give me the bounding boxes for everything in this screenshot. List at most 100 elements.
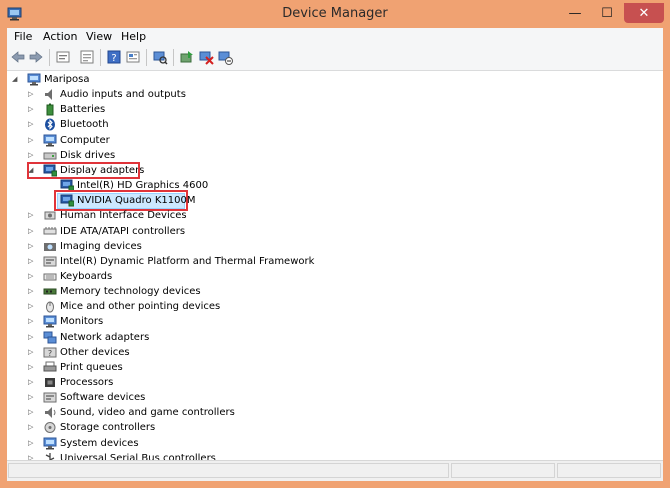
tree-category-processors[interactable]: Processors bbox=[43, 375, 113, 390]
up-icon[interactable] bbox=[55, 49, 71, 65]
tree-category-print-queues[interactable]: Print queues bbox=[43, 360, 123, 375]
keyboard-icon bbox=[43, 270, 57, 283]
tree-category-other-devices[interactable]: ? Other devices bbox=[43, 345, 130, 360]
tree-device-nvidia-quadro-k1100m[interactable]: NVIDIA Quadro K1100M bbox=[60, 193, 195, 208]
tree-category-memory-technology-devices-expander[interactable]: ▷ bbox=[28, 284, 33, 299]
menu-view[interactable]: View bbox=[86, 30, 112, 43]
tree-category-human-interface-devices-expander[interactable]: ▷ bbox=[28, 208, 33, 223]
tree-category-bluetooth-expander[interactable]: ▷ bbox=[28, 117, 33, 132]
tree-category-universal-serial-bus-controllers[interactable]: Universal Serial Bus controllers bbox=[43, 451, 216, 460]
status-bar bbox=[7, 460, 663, 481]
tree-category-imaging-devices-expander[interactable]: ▷ bbox=[28, 239, 33, 254]
bluetooth-icon bbox=[43, 118, 57, 131]
tree-category-imaging-devices[interactable]: Imaging devices bbox=[43, 239, 142, 254]
monitor-icon bbox=[43, 315, 57, 328]
tree-category-batteries[interactable]: Batteries bbox=[43, 102, 105, 117]
device-manager-window: Device Manager — ☐ ✕ File Action View He… bbox=[0, 0, 670, 488]
tree-category-other-devices-expander[interactable]: ▷ bbox=[28, 345, 33, 360]
device-tree[interactable]: ◢ Mariposa ▷ Audio inputs and outputs ▷ Batte… bbox=[7, 71, 663, 460]
tree-category-memory-technology-devices[interactable]: Memory technology devices bbox=[43, 284, 201, 299]
tree-category-audio-inputs-and-outputs[interactable]: Audio inputs and outputs bbox=[43, 87, 186, 102]
system-devices-icon bbox=[43, 437, 57, 450]
tree-category-keyboards-expander[interactable]: ▷ bbox=[28, 269, 33, 284]
tree-category-sound-video-and-game-controllers-label: Sound, video and game controllers bbox=[60, 407, 235, 419]
forward-icon[interactable] bbox=[28, 49, 44, 65]
tree-category-network-adapters[interactable]: Network adapters bbox=[43, 330, 149, 345]
show-hidden-icon[interactable] bbox=[125, 49, 141, 65]
title-bar[interactable]: Device Manager — ☐ ✕ bbox=[0, 0, 670, 28]
tree-category-storage-controllers-label: Storage controllers bbox=[60, 422, 156, 434]
close-button[interactable]: ✕ bbox=[624, 3, 664, 23]
back-icon[interactable] bbox=[10, 49, 26, 65]
status-pane-main bbox=[8, 463, 449, 478]
tree-category-ide-ata-atapi-controllers[interactable]: IDE ATA/ATAPI controllers bbox=[43, 224, 185, 239]
tree-category-imaging-devices-label: Imaging devices bbox=[60, 240, 142, 252]
toolbar-separator bbox=[146, 49, 147, 66]
tree-category-computer-expander[interactable]: ▷ bbox=[28, 133, 33, 148]
menu-action[interactable]: Action bbox=[43, 30, 77, 43]
uninstall-device-icon[interactable] bbox=[217, 49, 233, 65]
tree-category-software-devices-expander[interactable]: ▷ bbox=[28, 390, 33, 405]
tree-category-intel-r-dynamic-platform-and-thermal-framework[interactable]: Intel(R) Dynamic Platform and Thermal Fr… bbox=[43, 254, 314, 269]
toolbar-separator bbox=[173, 49, 174, 66]
tree-category-keyboards[interactable]: Keyboards bbox=[43, 269, 112, 284]
other-devices-icon: ? bbox=[43, 346, 57, 359]
tree-category-human-interface-devices[interactable]: Human Interface Devices bbox=[43, 208, 187, 223]
tree-device-nvidia-quadro-k1100m-label: NVIDIA Quadro K1100M bbox=[77, 195, 196, 207]
svg-text:?: ? bbox=[48, 349, 52, 358]
tree-category-other-devices-label: Other devices bbox=[60, 346, 130, 358]
tree-category-audio-inputs-and-outputs-expander[interactable]: ▷ bbox=[28, 87, 33, 102]
tree-category-system-devices-expander[interactable]: ▷ bbox=[28, 436, 33, 451]
tree-category-disk-drives-label: Disk drives bbox=[60, 149, 116, 161]
disk-drive-icon bbox=[43, 149, 57, 162]
minimize-button[interactable]: — bbox=[560, 3, 590, 23]
tree-category-monitors-expander[interactable]: ▷ bbox=[28, 314, 33, 329]
tree-category-universal-serial-bus-controllers-expander[interactable]: ▷ bbox=[28, 451, 33, 460]
tree-category-ide-ata-atapi-controllers-expander[interactable]: ▷ bbox=[28, 224, 33, 239]
update-driver-icon[interactable] bbox=[179, 49, 195, 65]
tree-category-sound-video-and-game-controllers-expander[interactable]: ▷ bbox=[28, 405, 33, 420]
menu-help[interactable]: Help bbox=[121, 30, 146, 43]
tree-category-storage-controllers-expander[interactable]: ▷ bbox=[28, 420, 33, 435]
tree-category-disk-drives[interactable]: Disk drives bbox=[43, 148, 115, 163]
tree-category-disk-drives-expander[interactable]: ▷ bbox=[28, 148, 33, 163]
tree-category-network-adapters-label: Network adapters bbox=[60, 331, 150, 343]
tree-category-print-queues-expander[interactable]: ▷ bbox=[28, 360, 33, 375]
tree-category-sound-video-and-game-controllers[interactable]: Sound, video and game controllers bbox=[43, 405, 235, 420]
sound-icon bbox=[43, 406, 57, 419]
tree-category-keyboards-label: Keyboards bbox=[60, 270, 113, 282]
properties-icon[interactable] bbox=[79, 49, 95, 65]
tree-category-memory-technology-devices-label: Memory technology devices bbox=[60, 286, 201, 298]
tree-category-batteries-expander[interactable]: ▷ bbox=[28, 102, 33, 117]
tree-category-processors-expander[interactable]: ▷ bbox=[28, 375, 33, 390]
tree-category-computer-label: Computer bbox=[60, 134, 110, 146]
tree-root-mariposa[interactable]: Mariposa bbox=[27, 72, 89, 87]
tree-category-software-devices[interactable]: Software devices bbox=[43, 390, 145, 405]
maximize-button[interactable]: ☐ bbox=[592, 3, 622, 23]
scan-hardware-icon[interactable] bbox=[152, 49, 168, 65]
tree-category-processors-label: Processors bbox=[60, 377, 114, 388]
tree-root-mariposa-label: Mariposa bbox=[44, 74, 90, 85]
tree-category-mice-and-other-pointing-devices-expander[interactable]: ▷ bbox=[28, 299, 33, 314]
help-icon[interactable]: ? bbox=[106, 49, 122, 65]
hid-icon bbox=[43, 209, 57, 222]
status-pane-2 bbox=[451, 463, 555, 478]
tree-category-network-adapters-expander[interactable]: ▷ bbox=[28, 330, 33, 345]
tree-category-human-interface-devices-label: Human Interface Devices bbox=[60, 210, 187, 222]
menu-file[interactable]: File bbox=[14, 30, 32, 43]
thermal-framework-icon bbox=[43, 255, 57, 268]
tree-category-bluetooth[interactable]: Bluetooth bbox=[43, 117, 109, 132]
tree-category-print-queues-label: Print queues bbox=[60, 361, 123, 373]
tree-category-intel-r-dynamic-platform-and-thermal-framework-expander[interactable]: ▷ bbox=[28, 254, 33, 269]
tree-category-mice-and-other-pointing-devices[interactable]: Mice and other pointing devices bbox=[43, 299, 220, 314]
battery-icon bbox=[43, 103, 57, 116]
tree-category-storage-controllers[interactable]: Storage controllers bbox=[43, 420, 155, 435]
tree-category-monitors[interactable]: Monitors bbox=[43, 314, 103, 329]
tree-category-monitors-label: Monitors bbox=[60, 316, 104, 328]
disable-device-icon[interactable] bbox=[198, 49, 214, 65]
tree-category-computer[interactable]: Computer bbox=[43, 133, 110, 148]
tree-category-system-devices[interactable]: System devices bbox=[43, 436, 139, 451]
root-expander[interactable]: ◢ bbox=[12, 72, 17, 87]
processor-icon bbox=[43, 376, 57, 389]
tree-category-intel-r-dynamic-platform-and-thermal-framework-label: Intel(R) Dynamic Platform and Thermal Fr… bbox=[60, 255, 315, 267]
